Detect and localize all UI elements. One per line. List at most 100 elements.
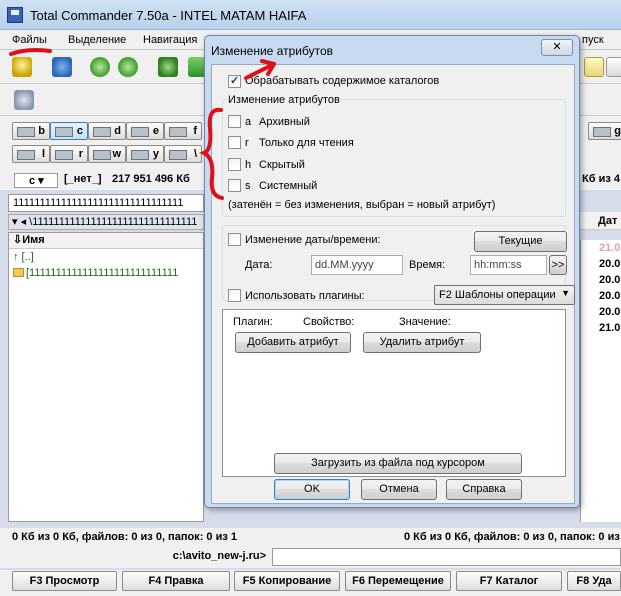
archive-label: Архивный (259, 116, 310, 128)
date-cell: 21.0 (599, 242, 621, 254)
function-keys: F3 Просмотр F4 Правка F5 Копирование F6 … (0, 570, 621, 596)
drive-button-network[interactable]: \ (164, 145, 202, 163)
remove-attribute-button[interactable]: Удалить атрибут (363, 332, 481, 353)
menu-files[interactable]: Файлы (12, 34, 47, 46)
drive-button-e[interactable]: e (126, 122, 164, 140)
f6-move-button[interactable]: F6 Перемещение (345, 571, 451, 591)
plugin-column-label: Плагин: (233, 316, 273, 328)
status-bar: 0 Кб из 0 Кб, файлов: 0 из 0, папок: 0 и… (0, 528, 621, 546)
operation-templates-label: F2 Шаблоны операции (439, 289, 556, 301)
property-column-label: Свойство: (303, 316, 355, 328)
help-button[interactable]: Справка (446, 479, 522, 500)
hidden-letter: h (245, 159, 252, 171)
hidden-checkbox[interactable] (228, 158, 241, 171)
drive-button-b[interactable]: b (12, 122, 50, 140)
menu-navigation[interactable]: Навигация (143, 34, 197, 46)
time-label: Время: (409, 259, 446, 271)
drive-button-w[interactable]: w (88, 145, 126, 163)
ok-button[interactable]: OK (274, 479, 350, 500)
network-icon[interactable] (14, 90, 34, 110)
change-datetime-checkbox[interactable] (228, 233, 241, 246)
menu-selection[interactable]: Выделение (68, 34, 126, 46)
title-bar: Total Commander 7.50a - INTEL MATAM HAIF… (0, 0, 621, 30)
readonly-letter: r (245, 137, 249, 149)
drive-button-r[interactable]: r (50, 145, 88, 163)
f5-copy-button[interactable]: F5 Копирование (234, 571, 340, 591)
command-input[interactable] (272, 548, 621, 566)
left-tab[interactable]: ▾ ◂ \1111111111111111111111111111111 (8, 214, 204, 230)
free-space: 217 951 496 Кб (112, 173, 190, 185)
cancel-button[interactable]: Отмена (361, 479, 437, 500)
dialog-body: Обрабатывать содержимое каталогов Измене… (211, 64, 575, 504)
close-button[interactable]: ✕ (541, 39, 573, 56)
time-field[interactable]: hh:mm:ss (470, 255, 547, 275)
drive-select[interactable]: c ▾ (14, 173, 58, 188)
drive-button-f[interactable]: f (164, 122, 202, 140)
date-cell: 21.0 (599, 322, 621, 334)
current-datetime-button[interactable]: Текущие (474, 231, 567, 252)
volume-label: [_нет_] (64, 173, 102, 185)
f8-delete-button[interactable]: F8 Уда (567, 571, 621, 591)
menu-start[interactable]: пуск (582, 34, 604, 46)
attributes-hint: (затенён = без изменения, выбран = новый… (228, 199, 496, 211)
column-date-header[interactable]: Дат (580, 212, 621, 230)
dialog-title: Изменение атрибутов (211, 44, 333, 58)
hidden-label: Скрытый (259, 159, 305, 171)
drive-button-g[interactable]: g (588, 122, 621, 140)
date-cell: 20.0 (599, 258, 621, 270)
refresh-icon[interactable] (52, 57, 72, 77)
readonly-checkbox[interactable] (228, 136, 241, 149)
app-icon (7, 7, 23, 23)
chevron-down-icon: ▼ (561, 288, 570, 298)
f4-edit-button[interactable]: F4 Правка (122, 571, 230, 591)
process-subdirs-label: Обрабатывать содержимое каталогов (245, 75, 440, 87)
date-cell: 20.0 (599, 306, 621, 318)
use-plugins-label: Использовать плагины: (245, 290, 365, 302)
document-icon[interactable] (606, 57, 621, 77)
drive-button-c[interactable]: c (50, 122, 88, 140)
pick-datetime-button[interactable]: >> (549, 255, 567, 275)
drive-button-l[interactable]: l (12, 145, 50, 163)
attributes-group-label: Изменение атрибутов (226, 94, 342, 106)
system-checkbox[interactable] (228, 179, 241, 192)
use-plugins-checkbox[interactable] (228, 289, 241, 302)
drive-button-d[interactable]: d (88, 122, 126, 140)
date-cell: 20.0 (599, 290, 621, 302)
operation-templates-dropdown[interactable]: F2 Шаблоны операции ▼ (434, 285, 575, 305)
date-field[interactable]: dd.MM.yyyy (311, 255, 403, 275)
list-item-folder[interactable]: [1111111111111111111111111111 (9, 265, 203, 281)
add-attribute-button[interactable]: Добавить атрибут (235, 332, 351, 353)
bulb-icon[interactable] (12, 57, 32, 77)
f7-mkdir-button[interactable]: F7 Каталог (456, 571, 562, 591)
value-column-label: Значение: (399, 316, 451, 328)
folder-icon (13, 268, 24, 277)
command-prompt: c:\avito_new-j.ru> (172, 550, 266, 562)
right-file-panel: 21.0 20.0 20.0 20.0 20.0 21.0 (580, 240, 621, 522)
system-letter: s (245, 180, 251, 192)
change-attributes-dialog: Изменение атрибутов ✕ Обрабатывать содер… (204, 35, 580, 508)
forward-icon[interactable] (118, 57, 138, 77)
load-from-file-button[interactable]: Загрузить из файла под курсором (274, 453, 522, 474)
column-name-header[interactable]: ⇩Имя (9, 233, 203, 249)
date-label: Дата: (245, 259, 273, 271)
change-datetime-label: Изменение даты/времени: (245, 234, 381, 246)
archive-checkbox[interactable] (228, 115, 241, 128)
drive-button-y[interactable]: y (126, 145, 164, 163)
date-cell: 20.0 (599, 274, 621, 286)
archive-letter: a (245, 116, 252, 128)
f3-view-button[interactable]: F3 Просмотр (12, 571, 117, 591)
readonly-label: Только для чтения (259, 137, 354, 149)
plugin-attributes-area: Плагин: Свойство: Значение: Добавить атр… (222, 309, 566, 477)
tree-icon[interactable] (158, 57, 178, 77)
system-label: Системный (259, 180, 318, 192)
notes-icon[interactable] (584, 57, 604, 77)
right-free-space: Кб из 4 (582, 173, 620, 185)
process-subdirs-checkbox[interactable] (228, 74, 241, 88)
left-file-panel: ⇩Имя ↑ [..] [111111111111111111111111111… (8, 232, 204, 522)
command-line: c:\avito_new-j.ru> (0, 546, 621, 568)
left-path: 11111111111111111111111111111111 (8, 194, 204, 212)
window-title: Total Commander 7.50a - INTEL MATAM HAIF… (30, 8, 307, 23)
right-status: 0 Кб из 0 Кб, файлов: 0 из 0, папок: 0 и… (404, 531, 621, 543)
back-icon[interactable] (90, 57, 110, 77)
list-item-parent[interactable]: ↑ [..] (9, 249, 203, 265)
